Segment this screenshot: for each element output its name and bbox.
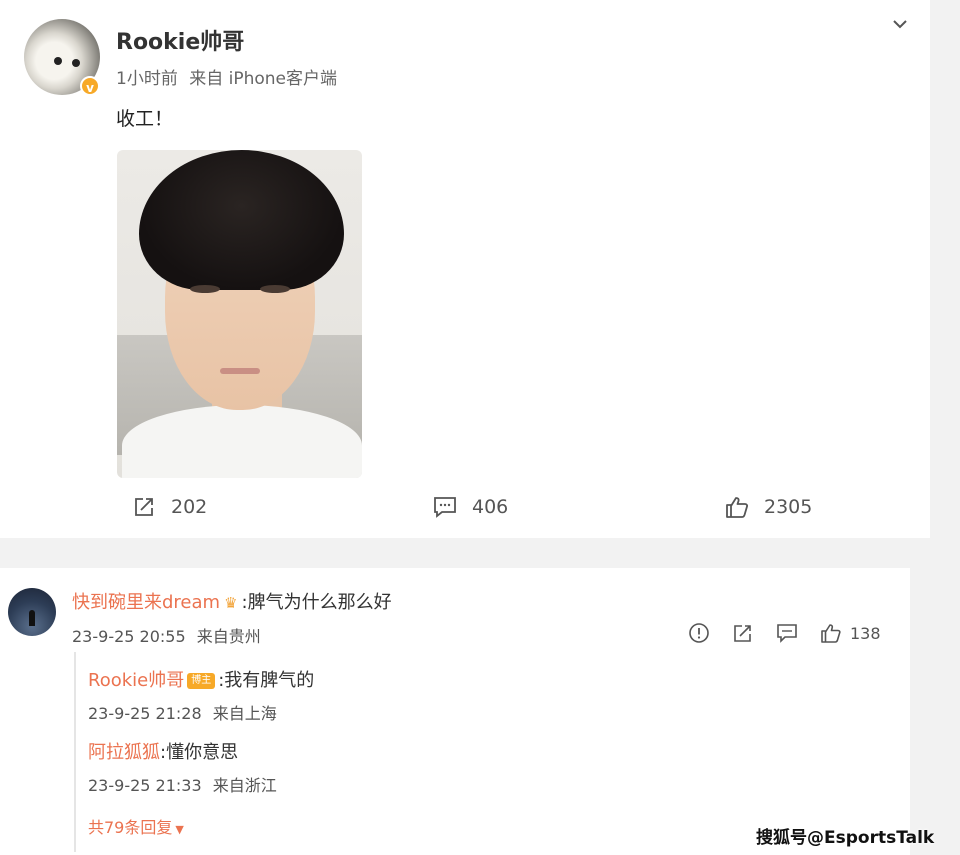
post-meta: 1小时前 来自 iPhone客户端 — [116, 64, 343, 89]
reply-meta: 23-9-25 21:28 来自上海 — [88, 700, 283, 724]
post-photo[interactable] — [117, 150, 362, 478]
comment-text: :脾气为什么那么好 — [241, 592, 392, 613]
post-card: v Rookie帅哥 1小时前 来自 iPhone客户端 收工！ 202 406 — [0, 0, 930, 538]
author-badge: 博主 — [187, 673, 216, 689]
post-time: 1小时前 — [116, 69, 178, 89]
photo-mouth — [220, 368, 260, 374]
like-button[interactable]: 2305 — [724, 494, 812, 520]
reply-location: 来自浙江 — [212, 776, 277, 795]
share-button[interactable]: 202 — [131, 494, 207, 520]
reply-item: Rookie帅哥 博主:我有脾气的 — [88, 666, 314, 692]
comment-location: 来自贵州 — [196, 627, 261, 646]
chevron-down-icon[interactable] — [890, 14, 910, 34]
more-replies-link[interactable]: 共79条回复 ▼ — [88, 814, 184, 838]
avatar-eye — [72, 59, 80, 67]
share-icon — [135, 498, 153, 516]
caret-down-icon: ▼ — [175, 823, 184, 836]
comment-meta: 23-9-25 20:55 来自贵州 — [72, 623, 267, 647]
commenter-avatar[interactable] — [8, 588, 56, 636]
post-text: 收工！ — [116, 108, 174, 130]
comment-button[interactable]: 406 — [432, 494, 508, 520]
comment-like-count: 138 — [850, 623, 881, 643]
reply-author[interactable]: 阿拉狐狐 — [88, 742, 160, 763]
comment-card: 快到碗里来dream ♛:脾气为什么那么好 23-9-25 20:55 来自贵州 … — [0, 568, 910, 855]
avatar-figure — [29, 610, 35, 626]
post-author-name[interactable]: Rookie帅哥 — [116, 24, 244, 56]
crown-icon: ♛ — [224, 594, 238, 612]
photo-shirt — [122, 405, 362, 478]
share-count: 202 — [171, 496, 208, 518]
comment-count: 406 — [472, 496, 509, 518]
reply-text: :懂你意思 — [160, 742, 239, 763]
post-source: 来自 iPhone客户端 — [189, 69, 338, 89]
reply-date: 23-9-25 21:33 — [88, 776, 202, 795]
photo-hair — [139, 150, 344, 290]
more-replies-label: 共79条回复 — [88, 818, 173, 837]
thumbs-up-icon — [726, 497, 749, 518]
reply-location: 来自上海 — [212, 704, 277, 723]
reply-item: 阿拉狐狐:懂你意思 — [88, 738, 238, 764]
comment-icon — [434, 497, 456, 518]
photo-eye — [260, 285, 290, 293]
share-icon[interactable] — [732, 622, 754, 644]
reply-icon[interactable] — [776, 622, 798, 644]
photo-eye — [190, 285, 220, 293]
reply-date: 23-9-25 21:28 — [88, 704, 202, 723]
comment-actions: 138 — [688, 622, 881, 644]
verified-badge-icon: v — [80, 76, 100, 96]
comment-author[interactable]: 快到碗里来dream — [72, 592, 220, 613]
comment-line: 快到碗里来dream ♛:脾气为什么那么好 — [72, 588, 392, 614]
reply-meta: 23-9-25 21:33 来自浙江 — [88, 772, 283, 796]
report-icon[interactable] — [688, 622, 710, 644]
watermark: 搜狐号@EsportsTalk — [756, 828, 935, 848]
avatar-eye — [54, 57, 62, 65]
comment-date: 23-9-25 20:55 — [72, 627, 186, 646]
reply-author[interactable]: Rookie帅哥 — [88, 670, 184, 691]
like-count: 2305 — [764, 496, 813, 518]
thumbs-up-icon — [821, 624, 841, 643]
reply-text: :我有脾气的 — [218, 670, 315, 691]
replies-box: Rookie帅哥 博主:我有脾气的 23-9-25 21:28 来自上海 阿拉狐狐… — [74, 652, 906, 852]
comment-like-button[interactable]: 138 — [820, 622, 881, 644]
